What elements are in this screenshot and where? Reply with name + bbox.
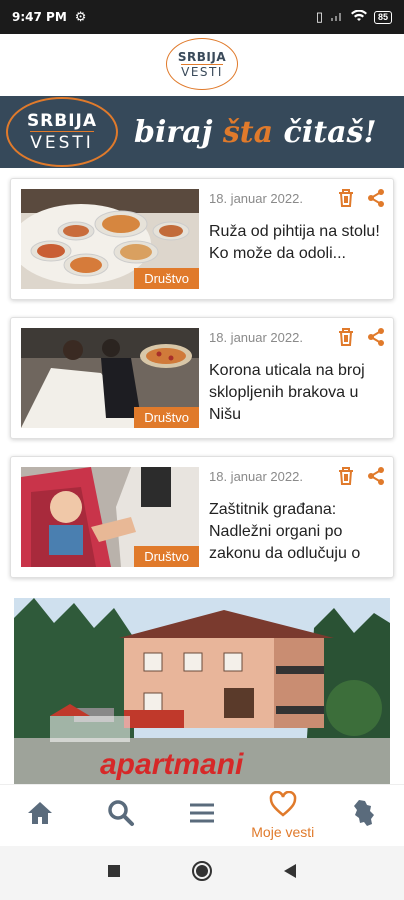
trash-icon[interactable] xyxy=(335,465,357,487)
article-card[interactable]: Društvo 18. januar 2022. Zaštitnik građa… xyxy=(10,456,394,578)
home-icon xyxy=(26,800,54,831)
app-header: SRBIJA VESTI xyxy=(0,34,404,94)
ad-brand-text: apartmani xyxy=(100,748,244,781)
article-date: 18. januar 2022. xyxy=(209,330,303,345)
system-navigation-bar xyxy=(0,846,404,900)
promo-banner[interactable]: SRBIJA VESTI biraj šta čitaš! xyxy=(0,96,404,168)
bottom-navigation: Moje vesti xyxy=(0,784,404,846)
share-icon[interactable] xyxy=(365,326,387,348)
menu-icon xyxy=(188,801,216,830)
nav-my-news-label: Moje vesti xyxy=(251,824,315,840)
status-icons: ▯ 85 xyxy=(316,9,392,25)
nav-menu[interactable] xyxy=(162,785,243,846)
status-bar: 9:47 PM ⚙ ▯ 85 xyxy=(0,0,404,34)
trash-icon[interactable] xyxy=(335,326,357,348)
nav-search[interactable] xyxy=(81,785,162,846)
article-card[interactable]: Društvo 18. januar 2022. Korona uticala … xyxy=(10,317,394,439)
article-thumbnail[interactable]: Društvo xyxy=(21,467,199,567)
heart-icon xyxy=(269,790,297,822)
banner-slogan: biraj šta čitaš! xyxy=(134,114,377,150)
news-feed: Društvo 18. januar 2022. Ruža od pihtija… xyxy=(10,178,394,595)
category-badge[interactable]: Društvo xyxy=(134,268,199,289)
category-badge[interactable]: Društvo xyxy=(134,407,199,428)
signal-icon xyxy=(330,10,344,25)
article-thumbnail[interactable]: Društvo xyxy=(21,189,199,289)
category-badge[interactable]: Društvo xyxy=(134,546,199,567)
article-date: 18. januar 2022. xyxy=(209,469,303,484)
nav-home[interactable] xyxy=(0,785,81,846)
article-title[interactable]: Ruža od pihtija na stolu! Ko može da odo… xyxy=(209,221,389,265)
article-card[interactable]: Društvo 18. januar 2022. Ruža od pihtija… xyxy=(10,178,394,300)
recent-apps-button[interactable] xyxy=(107,864,121,883)
trash-icon[interactable] xyxy=(335,187,357,209)
advertisement-banner[interactable]: apartmani xyxy=(14,598,390,784)
share-icon[interactable] xyxy=(365,187,387,209)
article-title[interactable]: Zaštitnik građana: Nadležni organi po za… xyxy=(209,499,389,565)
wifi-icon xyxy=(350,9,367,25)
banner-logo: SRBIJA VESTI xyxy=(6,97,118,167)
share-icon[interactable] xyxy=(365,465,387,487)
vibrate-icon: ▯ xyxy=(315,9,323,24)
back-button[interactable] xyxy=(283,863,297,884)
home-button[interactable] xyxy=(191,860,213,887)
article-date: 18. januar 2022. xyxy=(209,191,303,206)
nav-my-news[interactable]: Moje vesti xyxy=(242,785,323,846)
battery-icon: 85 xyxy=(373,10,392,24)
settings-status-icon: ⚙ xyxy=(74,9,87,24)
article-thumbnail[interactable]: Društvo xyxy=(21,328,199,428)
nav-regions[interactable] xyxy=(323,785,404,846)
status-time: 9:47 PM xyxy=(12,10,67,24)
article-title[interactable]: Korona uticala na broj sklopljenih brako… xyxy=(209,360,389,426)
app-logo[interactable]: SRBIJA VESTI xyxy=(166,38,238,90)
search-icon xyxy=(107,799,135,832)
serbia-map-icon xyxy=(351,798,377,833)
